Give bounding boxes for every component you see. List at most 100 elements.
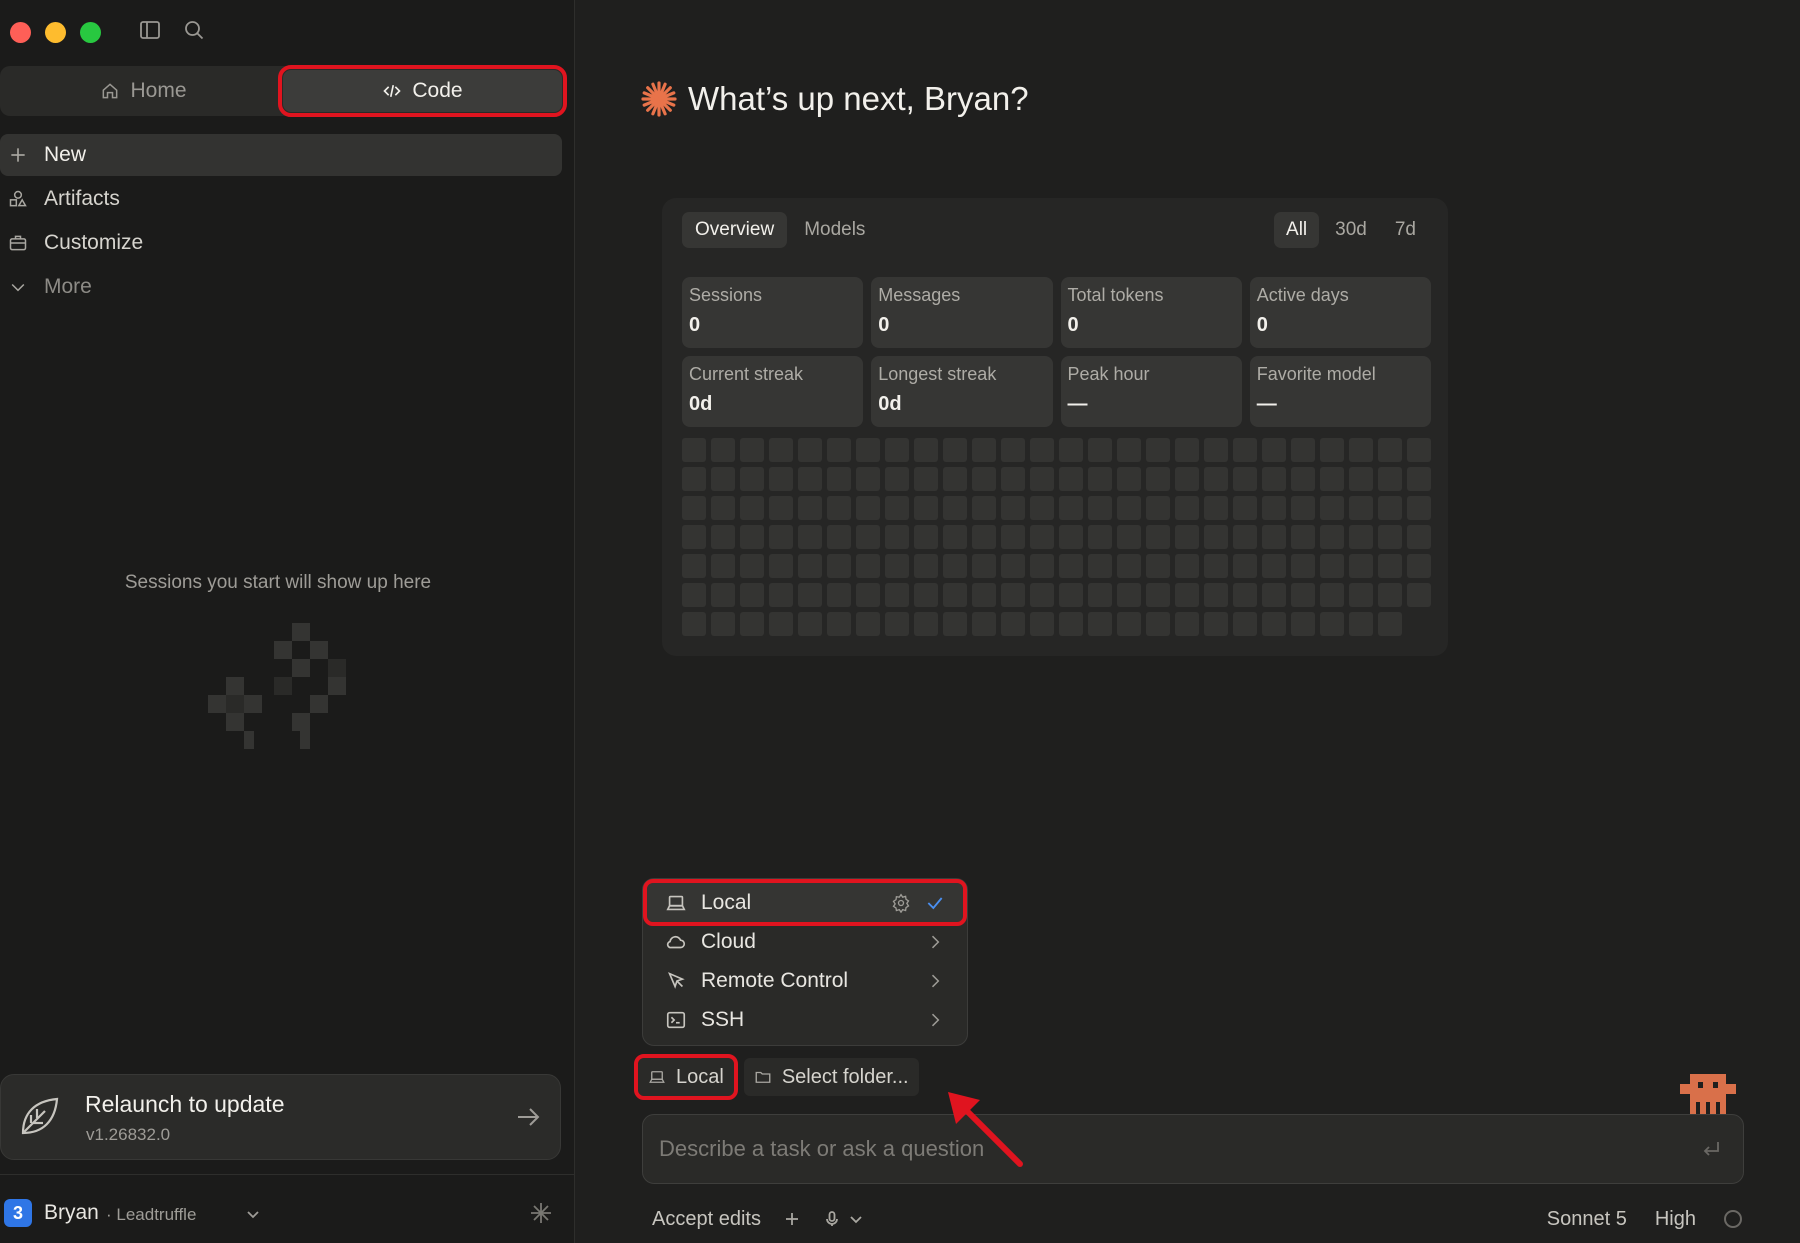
heatmap-cell xyxy=(1117,583,1141,607)
heatmap-cell xyxy=(1378,438,1402,462)
stat-label: Peak hour xyxy=(1067,364,1150,384)
stat-label: Current streak xyxy=(689,364,804,384)
range-30d[interactable]: 30d xyxy=(1323,212,1379,248)
heatmap-cell xyxy=(1320,583,1344,607)
env-option-label: Remote Control xyxy=(701,968,849,992)
heatmap-cell xyxy=(798,438,822,462)
minimize-window-button[interactable] xyxy=(45,22,66,43)
sidebar-toggle-icon[interactable] xyxy=(138,18,162,42)
prompt-input[interactable] xyxy=(659,1115,1679,1183)
enter-icon[interactable] xyxy=(1701,1139,1721,1159)
stat-label: Total tokens xyxy=(1067,285,1164,305)
heatmap-cell xyxy=(1233,525,1257,549)
new-session-button[interactable]: New xyxy=(0,134,562,176)
heatmap-cell xyxy=(682,467,706,491)
plus-icon[interactable] xyxy=(783,1210,801,1228)
stat-card-favorite-model: Favorite model — xyxy=(1249,356,1431,427)
sidebar-item-artifacts[interactable]: Artifacts xyxy=(0,178,562,220)
sidebar-item-customize[interactable]: Customize xyxy=(0,222,562,264)
heatmap-cell xyxy=(1378,467,1402,491)
tab-home[interactable]: Home xyxy=(4,70,283,112)
prompt-box xyxy=(642,1114,1744,1184)
heatmap-cell xyxy=(682,496,706,520)
pixel-plant-illustration xyxy=(208,623,346,749)
search-icon[interactable] xyxy=(182,18,206,42)
heatmap-cell xyxy=(943,496,967,520)
gear-icon[interactable] xyxy=(891,892,911,913)
heatmap-cell xyxy=(1407,525,1431,549)
env-option-cloud[interactable]: Cloud xyxy=(647,922,963,961)
heatmap-cell xyxy=(856,496,880,520)
heatmap-cell xyxy=(1001,525,1025,549)
heatmap-cell xyxy=(740,612,764,636)
terminal-icon xyxy=(666,1011,686,1028)
stat-label: Sessions xyxy=(689,285,763,305)
heatmap-cell xyxy=(827,525,851,549)
tab-overview[interactable]: Overview xyxy=(682,212,788,248)
heatmap-cell xyxy=(769,438,793,462)
tab-code-label: Code xyxy=(412,79,463,102)
environment-selector[interactable]: Local xyxy=(634,1054,738,1100)
heatmap-cell xyxy=(711,467,735,491)
tab-code[interactable]: Code xyxy=(278,65,567,117)
heatmap-cell xyxy=(1030,438,1054,462)
user-name[interactable]: Bryan xyxy=(44,1201,99,1225)
heatmap-cell xyxy=(827,496,851,520)
stat-card-current-streak: Current streak 0d xyxy=(682,356,864,427)
heatmap-cell xyxy=(798,525,822,549)
chevron-down-icon xyxy=(850,1216,862,1224)
heatmap-cell xyxy=(798,583,822,607)
heatmap-cell xyxy=(1262,583,1286,607)
heatmap-cell xyxy=(1262,467,1286,491)
sparkle-icon[interactable] xyxy=(529,1201,553,1225)
range-7d[interactable]: 7d xyxy=(1383,212,1428,248)
heatmap-cell xyxy=(1146,525,1170,549)
close-window-button[interactable] xyxy=(10,22,31,43)
heatmap-cell xyxy=(1291,496,1315,520)
env-option-local[interactable]: Local xyxy=(643,879,967,926)
model-selector[interactable]: Sonnet 5 xyxy=(1547,1208,1627,1231)
heatmap-cell xyxy=(740,554,764,578)
heatmap-cell xyxy=(740,438,764,462)
chevron-down-icon[interactable] xyxy=(244,1205,262,1223)
heatmap-cell xyxy=(1059,583,1083,607)
heatmap-cell xyxy=(1175,496,1199,520)
env-option-actions xyxy=(925,971,945,991)
heatmap-cell xyxy=(1320,438,1344,462)
voice-input-button[interactable] xyxy=(823,1210,865,1228)
folder-icon xyxy=(755,1071,771,1083)
annotation-arrow-icon xyxy=(948,1092,1023,1167)
heatmap-cell xyxy=(1030,583,1054,607)
env-option-ssh[interactable]: SSH xyxy=(647,1000,963,1039)
select-folder-button[interactable]: Select folder... xyxy=(743,1058,919,1096)
main-panel: What’s up next, Bryan? Overview Models A… xyxy=(576,0,1800,1243)
heatmap-cell xyxy=(1291,583,1315,607)
heatmap-cell xyxy=(740,496,764,520)
heatmap-cell xyxy=(827,554,851,578)
env-option-remote-control[interactable]: Remote Control xyxy=(647,961,963,1000)
accept-edits-toggle[interactable]: Accept edits xyxy=(652,1208,761,1231)
footer-left: Accept edits xyxy=(652,1208,865,1231)
relaunch-update-card[interactable]: Relaunch to update v1.26832.0 xyxy=(0,1074,561,1160)
heatmap-cell xyxy=(856,583,880,607)
chevron-right-icon xyxy=(931,935,940,948)
chevron-right-icon xyxy=(931,974,940,987)
range-all[interactable]: All xyxy=(1274,212,1320,248)
heatmap-cell xyxy=(1088,612,1112,636)
stat-label: Active days xyxy=(1256,285,1349,305)
stat-cards: Sessions 0 Messages 0 Total tokens 0 Active… xyxy=(682,277,1431,427)
effort-selector[interactable]: High xyxy=(1655,1208,1696,1231)
heatmap-cell xyxy=(827,467,851,491)
stat-value: 0 xyxy=(689,314,701,336)
heatmap-cell xyxy=(1001,467,1025,491)
sidebar-item-more[interactable]: More xyxy=(0,266,562,308)
tab-models[interactable]: Models xyxy=(791,212,878,248)
org-name[interactable]: · Leadtruffle xyxy=(106,1205,196,1225)
heatmap-cell xyxy=(711,554,735,578)
heatmap-cell xyxy=(1291,612,1315,636)
heatmap-cell xyxy=(943,612,967,636)
usage-stats-panel: Overview Models All 30d 7d Sessions 0 Mes… xyxy=(662,198,1448,656)
stat-card-messages: Messages 0 xyxy=(871,277,1053,348)
avatar[interactable]: 3 xyxy=(4,1199,32,1227)
maximize-window-button[interactable] xyxy=(80,22,101,43)
